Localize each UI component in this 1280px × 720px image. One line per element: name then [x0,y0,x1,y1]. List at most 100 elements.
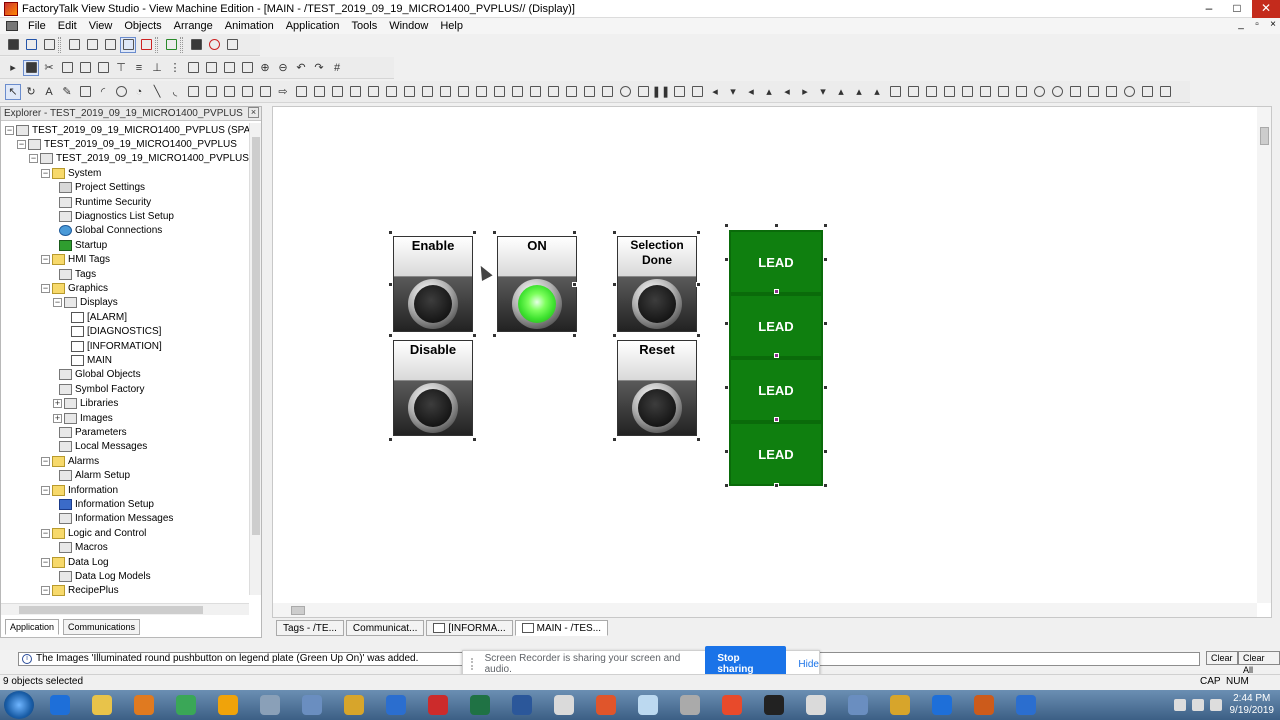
tree-item[interactable]: − Data Log [41,555,109,569]
maintained-button-icon[interactable] [329,84,345,100]
arc-icon[interactable]: ◜ [95,84,111,100]
taskbar-ie-icon[interactable] [42,691,78,719]
arrow-down-icon[interactable]: ▾ [815,84,831,100]
momentary-button-icon[interactable] [311,84,327,100]
space-icon[interactable]: ⋮ [167,60,183,76]
wedge-icon[interactable]: ◔ [131,84,147,100]
tree-item[interactable]: − HMI Tags [41,253,110,267]
align-bottom-icon[interactable]: ⊥ [149,60,165,76]
ack-icon[interactable] [977,84,993,100]
test-display-icon[interactable] [163,37,179,53]
taskbar-pin-icon[interactable] [378,691,414,719]
explorer-vertical-scrollbar[interactable] [249,123,261,595]
tray-arrow-icon[interactable] [1173,699,1186,711]
tab-tags[interactable]: Tags - /TE... [276,620,344,636]
tree-item[interactable]: Parameters [59,425,127,439]
end-icon[interactable]: ▴ [869,84,885,100]
tree-item[interactable]: + Libraries [53,397,118,411]
doc-minimize-icon[interactable]: _ [1234,19,1248,30]
menu-tools[interactable]: Tools [346,20,384,32]
taskbar-rslogix-icon[interactable] [336,691,372,719]
tree-item[interactable]: Global Objects [59,368,141,382]
pause-icon[interactable]: ❚❚ [652,84,670,100]
multistate-indicator-icon[interactable] [563,84,579,100]
tree-item[interactable]: Global Connections [59,224,162,238]
selection-handle[interactable] [388,437,393,442]
paste-icon[interactable] [77,60,93,76]
menu-file[interactable]: File [22,20,52,32]
latched-button-icon[interactable] [347,84,363,100]
taskbar-panelview-icon[interactable] [294,691,330,719]
polygon-icon[interactable] [221,84,237,100]
binoculars-icon[interactable] [188,37,204,53]
shutdown-icon[interactable] [1121,84,1137,100]
expander-icon[interactable]: − [17,139,26,149]
factorytalk-app-icon[interactable] [4,1,18,16]
hide-button[interactable]: Hide [798,659,819,670]
symbol-icon[interactable] [581,84,597,100]
scale-icon[interactable] [635,84,651,100]
align-top-icon[interactable]: ⊤ [113,60,129,76]
document-icon[interactable] [6,21,18,31]
page-up-key-icon[interactable] [887,84,903,100]
expander-icon[interactable]: − [41,528,50,538]
selection-handle[interactable] [612,230,617,235]
save-icon[interactable] [23,37,39,53]
numeric-input-icon[interactable] [473,84,489,100]
selection-handle[interactable] [724,223,729,228]
selection-handle[interactable] [472,230,477,235]
explorer-toggle-icon[interactable] [120,36,136,53]
selection-handle[interactable] [472,333,477,338]
tree-item[interactable]: Information Setup [59,497,154,511]
selection-handle[interactable] [696,282,701,287]
zoom-out-icon[interactable]: ⊖ [275,60,291,76]
taskbar-winsoft-icon[interactable] [798,691,834,719]
explorer-horizontal-scrollbar[interactable] [1,603,249,615]
taskbar-windows-icon[interactable] [1008,691,1044,719]
tree-item[interactable]: Information Messages [59,512,173,526]
selection-handle[interactable] [612,282,617,287]
rotate-icon[interactable]: ↻ [23,84,39,100]
selection-handle[interactable] [492,230,497,235]
tab-communications[interactable]: Communications [63,619,141,635]
move-left-icon[interactable]: ◂ [707,84,723,100]
taskbar-word-icon[interactable] [504,691,540,719]
selection-handle[interactable] [724,385,729,390]
selection-handle[interactable] [388,333,393,338]
cut-icon[interactable]: ✂ [41,60,57,76]
undo-icon[interactable]: ↶ [293,60,309,76]
selection-handle[interactable] [572,230,577,235]
trend-icon[interactable] [689,84,705,100]
selection-handle[interactable] [823,449,828,454]
lead-indicator-3[interactable]: LEAD [729,358,823,422]
properties-icon[interactable] [224,37,240,53]
selection-handle[interactable] [823,257,828,262]
grid-icon[interactable]: # [329,60,345,76]
wizard-icon[interactable] [102,37,118,53]
tree-item[interactable]: − Graphics [41,281,108,295]
selection-handle[interactable] [774,353,779,358]
expander-icon[interactable]: − [5,125,14,135]
lead-indicator-1[interactable]: LEAD [729,230,823,294]
duplicate-icon[interactable] [95,60,111,76]
menu-window[interactable]: Window [383,20,434,32]
tree-item[interactable]: Alarm Setup [59,469,130,483]
move-down-icon[interactable]: ▾ [725,84,741,100]
recipe-icon[interactable] [1085,84,1101,100]
expander-icon[interactable]: + [53,399,62,409]
lead-indicator-4[interactable]: LEAD [729,422,823,486]
return-display-icon[interactable] [437,84,453,100]
reset-pushbutton[interactable]: Reset [617,340,697,436]
taskbar-network-icon[interactable] [840,691,876,719]
tab-communications-doc[interactable]: Communicat... [345,620,425,636]
diagnostics-icon[interactable] [1031,84,1047,100]
tree-item[interactable]: − System [41,166,101,180]
tree-item[interactable]: Macros [59,541,108,555]
selection-handle[interactable] [696,230,701,235]
arrow-icon[interactable]: ⇨ [275,84,291,100]
bring-front-icon[interactable] [221,60,237,76]
clock[interactable]: 2:44 PM 9/19/2019 [1230,693,1275,717]
tree-item[interactable]: − TEST_2019_09_19_MICRO1400_PVPLUS [17,137,237,151]
network-icon[interactable] [1191,699,1204,711]
menu-help[interactable]: Help [434,20,469,32]
